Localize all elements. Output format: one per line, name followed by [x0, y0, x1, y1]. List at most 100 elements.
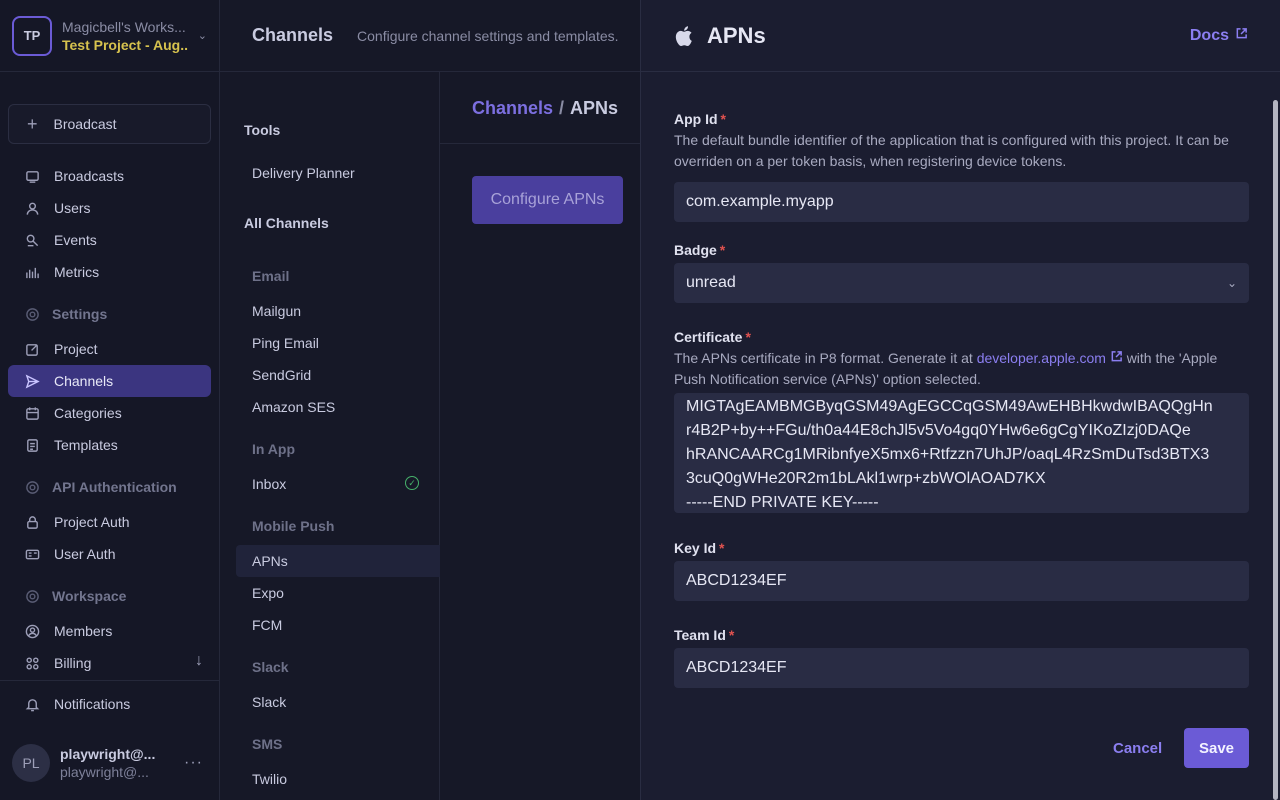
sidebar-item-project[interactable]: Project [8, 333, 211, 365]
key-id-label: Key Id * [674, 540, 725, 556]
all-channels-header: All Channels [244, 215, 329, 231]
key-id-input[interactable]: ABCD1234EF [674, 561, 1249, 601]
sidebar-item-user-auth[interactable]: User Auth [8, 538, 211, 570]
certificate-textarea[interactable]: MIGTAgEAMBMGByqGSM49AgEGCCqGSM49AwEHBHkw… [674, 393, 1249, 513]
channel-item-slack[interactable]: Slack [252, 694, 286, 710]
scrollbar-thumb[interactable] [1273, 100, 1278, 800]
app-id-help: The default bundle identifier of the app… [674, 132, 1229, 169]
chevron-down-icon: ⌄ [197, 30, 207, 42]
sidebar-item-billing[interactable]: Billing [8, 647, 211, 679]
sidebar-item-label: Metrics [54, 264, 100, 280]
channel-item-amazon-ses[interactable]: Amazon SES [252, 399, 335, 415]
sidebar-item-label: Channels [54, 373, 114, 389]
sidebar-item-users[interactable]: Users [8, 192, 211, 224]
save-button[interactable]: Save [1184, 728, 1249, 768]
channel-group-email: Email [252, 268, 290, 284]
broadcast-button[interactable]: + Broadcast [8, 104, 211, 144]
sidebar: TP Magicbell's Works... Test Project - A… [0, 0, 220, 800]
sidebar-item-events[interactable]: Events [8, 224, 211, 256]
channel-item-mailgun[interactable]: Mailgun [252, 303, 301, 319]
edit-icon [24, 341, 40, 357]
sidebar-item-label: Project Auth [54, 514, 130, 530]
sidebar-item-label: Broadcasts [54, 168, 125, 184]
document-icon [24, 437, 40, 453]
certificate-label: Certificate * [674, 329, 751, 345]
channel-item-delivery-planner[interactable]: Delivery Planner [252, 165, 355, 181]
sidebar-item-label: Categories [54, 405, 122, 421]
sidebar-section-label: Workspace [52, 588, 127, 604]
team-id-label: Team Id * [674, 627, 735, 643]
breadcrumb-link-channels[interactable]: Channels [472, 98, 553, 118]
badge-field: Badge * unread ⌄ [674, 242, 1249, 303]
workspace-name: Magicbell's Works... [62, 18, 186, 35]
channel-item-expo[interactable]: Expo [252, 585, 284, 601]
certificate-line: hRANCAARCg1MRibnfyeX5mx6+Rtfzzn7UhJP/oaq… [686, 446, 1210, 463]
gear-icon [24, 588, 40, 604]
required-mark: * [728, 627, 735, 643]
cancel-button[interactable]: Cancel [1113, 740, 1162, 757]
certificate-field: Certificate * The APNs certificate in P8 … [674, 329, 1249, 513]
breadcrumb-current: APNs [570, 98, 619, 118]
gear-icon [24, 479, 40, 495]
send-icon [24, 373, 40, 389]
sidebar-item-categories[interactable]: Categories [8, 397, 211, 429]
breadcrumb-separator: / [559, 98, 565, 118]
plus-icon: + [27, 113, 38, 134]
required-mark: * [719, 242, 726, 258]
sidebar-item-broadcasts[interactable]: Broadcasts [8, 160, 211, 192]
check-circle-icon: ✓ [405, 476, 419, 490]
badge-select-value: unread [686, 274, 736, 291]
sidebar-item-project-auth[interactable]: Project Auth [8, 506, 211, 538]
badge-select[interactable]: unread ⌄ [674, 263, 1249, 303]
sidebar-section-label: Settings [52, 306, 108, 322]
user-email: playwright@... [60, 764, 149, 780]
channel-group-sms: SMS [252, 736, 283, 752]
metrics-icon [24, 264, 40, 280]
broadcast-icon [24, 168, 40, 184]
required-mark: * [719, 540, 725, 556]
workspace-switcher[interactable]: TP Magicbell's Works... Test Project - A… [0, 0, 219, 72]
content-divider [440, 143, 640, 144]
page-title: Channels [252, 25, 334, 45]
avatar: PL [12, 744, 50, 782]
team-id-input[interactable]: ABCD1234EF [674, 648, 1249, 688]
developer-apple-link[interactable]: developer.apple.com [977, 350, 1106, 366]
app-id-input[interactable]: com.example.myapp [674, 182, 1249, 222]
external-link-icon [1235, 27, 1248, 45]
configure-apns-button[interactable]: Configure APNs [472, 176, 623, 224]
docs-link[interactable]: Docs [1190, 27, 1248, 45]
channel-item-apns[interactable]: APNs [252, 553, 288, 569]
channel-item-twilio[interactable]: Twilio [252, 771, 287, 787]
channel-group-in-app: In App [252, 441, 296, 457]
certificate-line: MIGTAgEAMBMGByqGSM49AgEGCCqGSM49AwEHBHkw… [686, 398, 1213, 415]
sidebar-nav: Broadcasts Users Events Metrics Settings… [8, 160, 211, 679]
docs-link-label: Docs [1189, 26, 1229, 44]
chevron-down-icon: ⌄ [1226, 276, 1237, 290]
arrow-down-icon[interactable]: ↓ [195, 652, 203, 670]
id-card-icon [24, 546, 40, 562]
sidebar-item-members[interactable]: Members [8, 615, 211, 647]
sidebar-item-label: Users [54, 200, 91, 216]
channel-content: Channels / APNs Configure APNs [440, 72, 640, 800]
more-icon[interactable]: ··· [184, 754, 203, 772]
certificate-help: The APNs certificate in P8 format. Gener… [674, 350, 1218, 387]
breadcrumb: Channels / APNs [472, 98, 618, 119]
sidebar-section-workspace: Workspace [8, 580, 211, 612]
broadcast-button-label: Broadcast [53, 116, 117, 132]
required-mark: * [745, 329, 751, 345]
sidebar-item-channels[interactable]: Channels [8, 365, 211, 397]
drawer-scrollbar[interactable] [1273, 100, 1279, 800]
key-id-field: Key Id * ABCD1234EF [674, 540, 1249, 601]
certificate-line: -----END PRIVATE KEY----- [686, 494, 879, 511]
user-menu[interactable]: PL playwright@... playwright@... [12, 744, 155, 782]
sidebar-item-templates[interactable]: Templates [8, 429, 211, 461]
channel-item-inbox[interactable]: Inbox [252, 476, 286, 492]
sidebar-item-metrics[interactable]: Metrics [8, 256, 211, 288]
lock-icon [24, 514, 40, 530]
drawer-header: APNs Docs [641, 0, 1280, 72]
sidebar-item-notifications[interactable]: Notifications [8, 688, 211, 720]
channel-item-fcm[interactable]: FCM [252, 617, 282, 633]
channel-item-ping-email[interactable]: Ping Email [252, 335, 319, 351]
sidebar-item-label: Project [54, 341, 98, 357]
channel-item-sendgrid[interactable]: SendGrid [252, 367, 311, 383]
